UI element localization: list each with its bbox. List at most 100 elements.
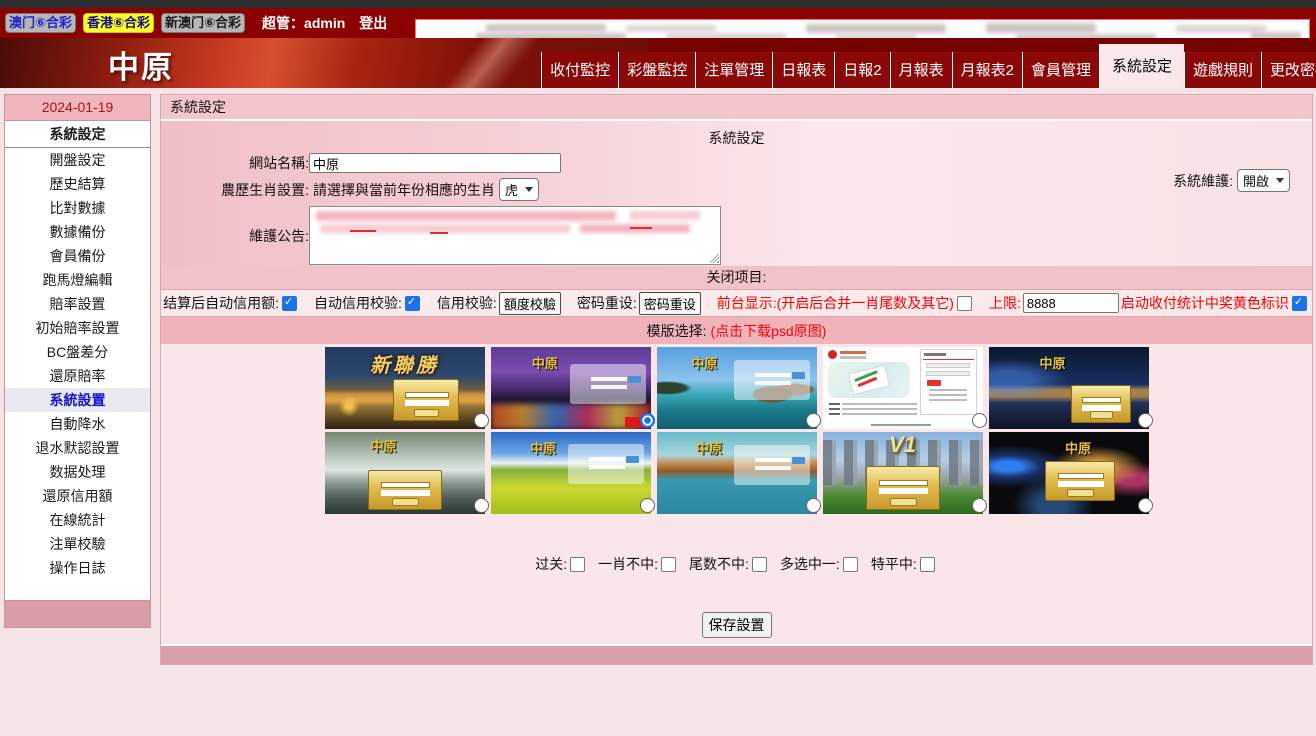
sidebar-item-compare-data[interactable]: 比對數據 bbox=[5, 196, 150, 220]
sidebar-item-data-backup[interactable]: 數據備份 bbox=[5, 220, 150, 244]
template-title: 中原 bbox=[530, 438, 556, 457]
pass-checkbox[interactable] bbox=[570, 557, 585, 572]
front-display-checkbox[interactable] bbox=[957, 296, 972, 311]
tab-daily-report-2[interactable]: 日報2 bbox=[834, 52, 889, 88]
template-thumb-macau-night[interactable]: 中原 bbox=[989, 432, 1149, 514]
template-thumb-light-page[interactable] bbox=[823, 347, 983, 429]
site-logo: 中原 bbox=[108, 42, 174, 87]
redacted-mark bbox=[630, 227, 652, 229]
template-logo-mark bbox=[828, 350, 837, 359]
sidebar-item-online-statistics[interactable]: 在線統計 bbox=[5, 508, 150, 532]
one-zodiac-miss-checkbox[interactable] bbox=[661, 557, 676, 572]
template-thumb-purple-city[interactable]: 中原 bbox=[491, 347, 651, 429]
tab-monthly-report[interactable]: 月報表 bbox=[890, 52, 952, 88]
template-radio[interactable] bbox=[972, 498, 987, 513]
template-title: 新聯勝 bbox=[370, 349, 439, 378]
template-thumb-v1-city[interactable]: V1 bbox=[823, 432, 983, 514]
options-row: 结算后自动信用额: 自动信用校验: 信用校验: 額度校驗 密码重设: 密码重设 … bbox=[161, 289, 1312, 317]
template-radio[interactable] bbox=[1138, 413, 1153, 428]
sidebar-item-initial-odds-settings[interactable]: 初始賠率設置 bbox=[5, 316, 150, 340]
tab-game-rules[interactable]: 遊戲規則 bbox=[1184, 52, 1261, 88]
template-radio[interactable] bbox=[972, 413, 987, 428]
system-maintenance-select[interactable]: 開啟 bbox=[1237, 169, 1290, 192]
tab-monthly-report-2[interactable]: 月報表2 bbox=[952, 52, 1022, 88]
login-box-preview bbox=[368, 470, 442, 510]
sidebar-item-auto-water-drop[interactable]: 自動降水 bbox=[5, 412, 150, 436]
front-display-label: 前台显示:(开启后合并一肖尾数及其它) bbox=[717, 293, 954, 313]
tag-new-macau-lottery[interactable]: 新澳门⑥合彩 bbox=[161, 13, 245, 33]
resize-handle-icon[interactable] bbox=[710, 254, 719, 263]
template-radio[interactable] bbox=[806, 498, 821, 513]
sidebar-item-system-config[interactable]: 系統設置 bbox=[5, 388, 150, 412]
site-name-input[interactable] bbox=[309, 153, 561, 173]
tag-hongkong-lottery[interactable]: 香港⑥合彩 bbox=[83, 13, 154, 33]
yellow-mark-checkbox[interactable] bbox=[1292, 296, 1307, 311]
template-thumb-night-harbor[interactable]: 新聯勝 bbox=[325, 347, 485, 429]
sidebar-footer-strip bbox=[5, 600, 150, 627]
tab-change-password[interactable]: 更改密碼 bbox=[1261, 52, 1316, 88]
sidebar-item-restore-credit[interactable]: 還原信用額 bbox=[5, 484, 150, 508]
close-projects-row: 关闭项目: bbox=[161, 266, 1312, 289]
template-preview-image bbox=[823, 347, 983, 429]
template-thumb-autumn-lake[interactable]: 中原 bbox=[657, 432, 817, 514]
sidebar-item-bc-board-diff[interactable]: BC盤差分 bbox=[5, 340, 150, 364]
tail-miss-checkbox[interactable] bbox=[752, 557, 767, 572]
template-radio[interactable] bbox=[806, 413, 821, 428]
redacted-text bbox=[626, 25, 716, 32]
sidebar-item-open-draw-settings[interactable]: 開盤設定 bbox=[5, 148, 150, 172]
special-flat-hit-checkbox[interactable] bbox=[920, 557, 935, 572]
template-thumb-misty-river[interactable]: 中原 bbox=[325, 432, 485, 514]
template-thumb-night-bridge[interactable]: 中原 bbox=[989, 347, 1149, 429]
yellow-mark-label: 启动收付统计中奖黄色标识 bbox=[1121, 293, 1289, 313]
template-grid: 新聯勝 中原 中原 bbox=[161, 344, 1312, 514]
zodiac-select[interactable]: 虎 bbox=[499, 178, 539, 201]
sidebar-item-data-processing[interactable]: 数据处理 bbox=[5, 460, 150, 484]
maintenance-notice-textarea[interactable] bbox=[309, 206, 721, 265]
sidebar-item-member-backup[interactable]: 會員備份 bbox=[5, 244, 150, 268]
template-title: 中原 bbox=[691, 353, 717, 372]
sidebar-date: 2024-01-19 bbox=[5, 95, 150, 121]
sidebar-item-system-settings[interactable]: 系統設定 bbox=[5, 121, 150, 148]
redacted-text bbox=[316, 211, 616, 221]
sidebar-item-history-settlement[interactable]: 歷史結算 bbox=[5, 172, 150, 196]
template-radio[interactable] bbox=[640, 498, 655, 513]
tab-payment-monitor[interactable]: 收付監控 bbox=[541, 52, 618, 88]
multi-pick-one-checkbox[interactable] bbox=[843, 557, 858, 572]
template-thumb-tropical-beach[interactable]: 中原 bbox=[657, 347, 817, 429]
logout-link[interactable]: 登出 bbox=[359, 13, 387, 33]
zodiac-hint: 請選擇與當前年份相應的生肖 bbox=[313, 180, 495, 200]
sidebar-item-rebate-default-settings[interactable]: 退水默認設置 bbox=[5, 436, 150, 460]
tab-bet-management[interactable]: 注單管理 bbox=[695, 52, 772, 88]
panel-title: 系統設定 bbox=[161, 95, 1312, 121]
psd-download-link[interactable]: (点击下载psd原图) bbox=[710, 321, 826, 341]
system-maintenance-label: 系統維護: bbox=[1173, 171, 1233, 191]
sidebar-item-odds-settings[interactable]: 賠率設置 bbox=[5, 292, 150, 316]
auto-credit-verify-checkbox[interactable] bbox=[405, 296, 420, 311]
tab-daily-report[interactable]: 日報表 bbox=[772, 52, 834, 88]
template-radio[interactable] bbox=[474, 498, 489, 513]
tab-lottery-board-monitor[interactable]: 彩盤監控 bbox=[618, 52, 695, 88]
admin-user-label: 超管：admin bbox=[262, 13, 345, 33]
template-title: V1 bbox=[889, 432, 916, 458]
template-radio[interactable] bbox=[474, 413, 489, 428]
template-thumb-green-field[interactable]: 中原 bbox=[491, 432, 651, 514]
tab-system-settings[interactable]: 系統設定 bbox=[1099, 44, 1184, 88]
limit-input[interactable] bbox=[1023, 293, 1119, 313]
sidebar-item-marquee-editor[interactable]: 跑馬燈編輯 bbox=[5, 268, 150, 292]
tab-member-management[interactable]: 會員管理 bbox=[1022, 52, 1099, 88]
password-reset-button[interactable]: 密码重设 bbox=[639, 292, 701, 315]
chevron-down-icon bbox=[525, 187, 533, 192]
template-radio-selected[interactable] bbox=[640, 413, 655, 428]
template-footer-links bbox=[871, 424, 931, 426]
browser-top-strip bbox=[0, 0, 1316, 8]
template-radio[interactable] bbox=[1138, 498, 1153, 513]
header-banner: 中原 收付監控 彩盤監控 注單管理 日報表 日報2 月報表 月報表2 會員管理 … bbox=[0, 38, 1316, 88]
credit-check-button[interactable]: 額度校驗 bbox=[499, 292, 561, 315]
sidebar-item-restore-odds[interactable]: 還原賠率 bbox=[5, 364, 150, 388]
template-hero-panel bbox=[828, 362, 910, 398]
auto-credit-checkbox[interactable] bbox=[282, 296, 297, 311]
sidebar-item-operation-log[interactable]: 操作日誌 bbox=[5, 556, 150, 580]
save-settings-button[interactable]: 保存設置 bbox=[702, 612, 772, 638]
tag-macau-lottery[interactable]: 澳门⑥合彩 bbox=[5, 13, 76, 33]
sidebar-item-bet-verification[interactable]: 注單校驗 bbox=[5, 532, 150, 556]
